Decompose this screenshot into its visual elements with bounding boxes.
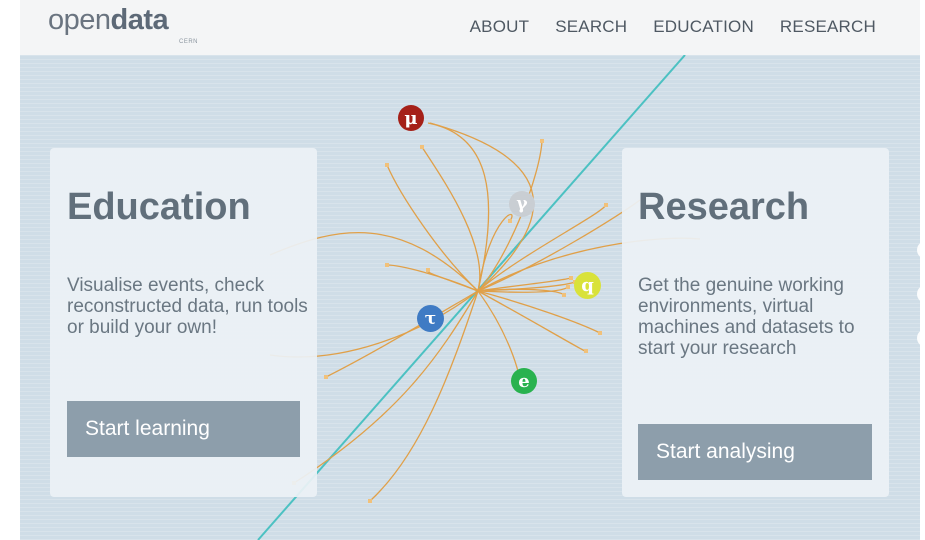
beam-line xyxy=(257,55,686,540)
logo-bold: data xyxy=(110,4,169,36)
hero-section: μ γ q τ e Education Visualise events, ch… xyxy=(20,55,925,540)
tau-icon[interactable]: τ xyxy=(417,305,444,332)
top-header: opendata CERN ABOUT SEARCH EDUCATION RES… xyxy=(20,0,920,55)
research-description: Get the genuine working environments, vi… xyxy=(638,275,855,359)
nav-education[interactable]: EDUCATION xyxy=(653,17,754,37)
nav-search[interactable]: SEARCH xyxy=(555,17,627,37)
opendata-logo[interactable]: opendata CERN xyxy=(48,4,198,45)
logo-subtitle: CERN xyxy=(179,39,199,45)
start-learning-button[interactable]: Start learning xyxy=(67,401,300,457)
education-card: Education Visualise events, check recons… xyxy=(50,148,317,497)
main-nav: ABOUT SEARCH EDUCATION RESEARCH xyxy=(470,17,876,37)
research-title: Research xyxy=(638,186,810,228)
start-analysing-button[interactable]: Start analysing xyxy=(638,424,872,480)
electron-icon[interactable]: e xyxy=(511,368,537,394)
quark-icon[interactable]: q xyxy=(574,272,601,299)
nav-about[interactable]: ABOUT xyxy=(470,17,530,37)
education-title: Education xyxy=(67,186,251,228)
logo-prefix: open xyxy=(48,4,111,36)
photon-icon[interactable]: γ xyxy=(509,191,535,217)
education-description: Visualise events, check reconstructed da… xyxy=(67,275,308,338)
muon-icon[interactable]: μ xyxy=(398,105,424,131)
nav-research[interactable]: RESEARCH xyxy=(780,17,876,37)
research-card: Research Get the genuine working environ… xyxy=(622,148,889,497)
